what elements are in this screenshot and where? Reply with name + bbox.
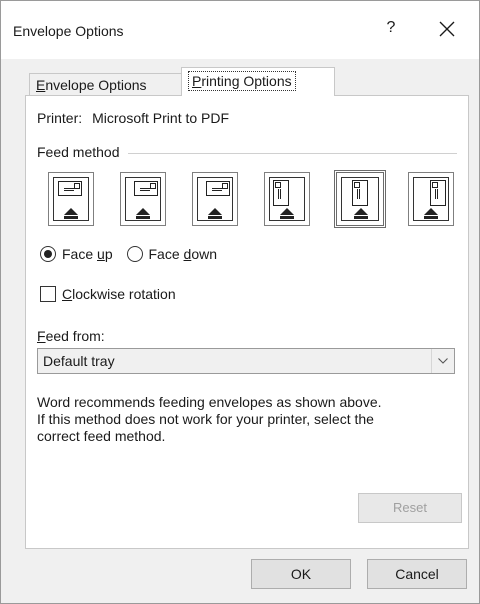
envelope-horizontal-icon	[134, 181, 158, 196]
ok-button[interactable]: OK	[251, 559, 351, 589]
face-up-radio[interactable]	[40, 246, 56, 262]
feed-option-frame	[197, 177, 233, 221]
envelope-horizontal-icon	[58, 181, 82, 196]
reset-button[interactable]: Reset	[358, 493, 462, 523]
feed-recommendation-text: Word recommends feeding envelopes as sho…	[37, 394, 461, 445]
clockwise-rotation-option[interactable]: Clockwise rotation	[40, 286, 176, 302]
feed-option-3[interactable]	[192, 172, 238, 226]
note-line-1: Word recommends feeding envelopes as sho…	[37, 394, 382, 410]
tab-label-mnemonic: P	[192, 73, 202, 89]
printer-label: Printer:	[37, 110, 83, 126]
face-up-radio-option[interactable]: Face up	[40, 246, 113, 262]
envelope-options-dialog: Envelope Options ? Envelope Options Prin…	[0, 0, 480, 604]
face-orientation-group: Face up Face down	[40, 246, 227, 266]
feed-arrow-icon	[280, 208, 294, 219]
tab-printing-options[interactable]: Printing Options	[181, 67, 335, 96]
envelope-horizontal-icon	[206, 181, 230, 196]
help-button[interactable]: ?	[381, 19, 401, 41]
feed-option-6[interactable]	[408, 172, 454, 226]
cancel-button[interactable]: Cancel	[367, 559, 467, 589]
printer-name: Microsoft Print to PDF	[92, 110, 230, 126]
feed-option-2[interactable]	[120, 172, 166, 226]
feed-arrow-icon	[64, 208, 78, 219]
feed-option-frame	[269, 177, 305, 221]
envelope-vertical-icon	[430, 180, 446, 206]
note-line-3: correct feed method.	[37, 428, 166, 444]
feed-arrow-icon	[424, 208, 438, 219]
title-bar: Envelope Options ?	[1, 1, 479, 59]
tab-envelope-options[interactable]: Envelope Options	[29, 73, 185, 96]
tab-bar: Envelope Options Printing Options	[25, 67, 465, 96]
feed-option-4[interactable]	[264, 172, 310, 226]
feed-from-label: Feed from:	[37, 328, 105, 344]
dialog-title: Envelope Options	[13, 23, 124, 39]
note-line-2: If this method does not work for your pr…	[37, 411, 374, 427]
clockwise-rotation-label: Clockwise rotation	[62, 286, 176, 302]
feed-from-value: Default tray	[43, 353, 115, 369]
face-up-label: Face up	[62, 246, 113, 262]
tab-label: nvelope Options	[45, 77, 147, 93]
close-button[interactable]	[435, 17, 459, 41]
feed-arrow-icon	[354, 208, 368, 219]
envelope-vertical-icon	[352, 180, 368, 206]
feed-option-1[interactable]	[48, 172, 94, 226]
printer-row: Printer: Microsoft Print to PDF	[37, 110, 229, 126]
tab-label: rinting Options	[201, 73, 292, 89]
feed-from-dropdown[interactable]: Default tray	[37, 348, 455, 374]
printing-options-panel: Printer: Microsoft Print to PDF Feed meth…	[25, 95, 469, 549]
tab-label-mnemonic: E	[36, 77, 46, 93]
feed-option-frame	[413, 177, 449, 221]
feed-option-5-selected[interactable]	[334, 170, 386, 228]
feed-option-frame	[341, 177, 379, 221]
close-icon	[439, 21, 455, 37]
feed-arrow-icon	[208, 208, 222, 219]
feed-arrow-icon	[136, 208, 150, 219]
face-down-radio-option[interactable]: Face down	[126, 246, 218, 262]
envelope-vertical-icon	[273, 180, 289, 206]
dropdown-button[interactable]	[431, 349, 454, 373]
feed-method-label: Feed method	[37, 144, 128, 160]
face-down-radio[interactable]	[126, 246, 143, 262]
chevron-down-icon	[438, 358, 448, 364]
clockwise-rotation-checkbox[interactable]	[40, 286, 56, 302]
feed-option-frame	[53, 177, 89, 221]
feed-option-frame	[125, 177, 161, 221]
focus-rect: Printing Options	[188, 71, 296, 91]
face-down-label: Face down	[148, 246, 218, 262]
